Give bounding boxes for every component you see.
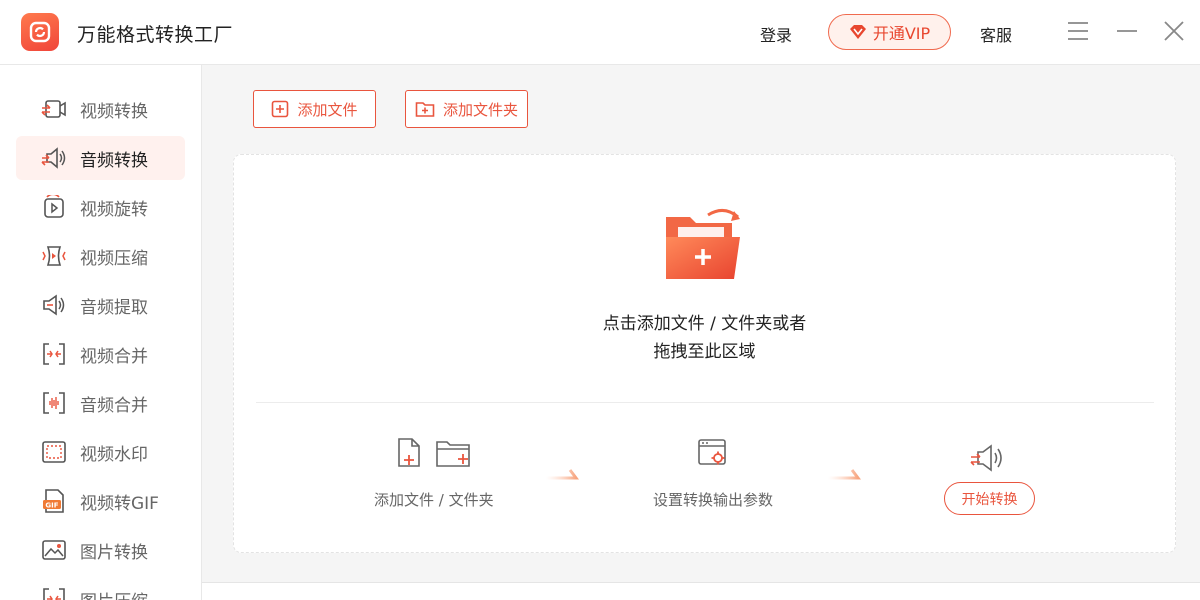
- sidebar-item-label: 视频压缩: [80, 248, 148, 269]
- vip-label: 开通VIP: [872, 24, 931, 43]
- folder-add-icon: [666, 209, 740, 279]
- audio-extract-icon: [40, 291, 68, 319]
- login-button[interactable]: 登录: [760, 22, 792, 46]
- video-watermark-icon: [40, 438, 68, 466]
- add-file-label: 添加文件: [297, 100, 358, 119]
- audio-merge-icon: [40, 389, 68, 417]
- service-button[interactable]: 客服: [980, 22, 1012, 46]
- sidebar-item-label: 视频合并: [80, 346, 148, 367]
- image-compress-icon: [40, 585, 68, 600]
- add-file-icon: [272, 100, 289, 118]
- diamond-icon: [849, 25, 866, 39]
- sidebar-item-video-convert[interactable]: 视频转换: [16, 87, 185, 131]
- sidebar-item-label: 音频转换: [80, 150, 148, 171]
- video-merge-icon: [40, 340, 68, 368]
- video-rotate-icon: [40, 193, 68, 221]
- start-convert-button[interactable]: 开始转换: [944, 482, 1035, 515]
- image-convert-icon: [40, 536, 68, 564]
- add-folder-icon: [436, 441, 470, 467]
- minimize-icon[interactable]: [1116, 20, 1138, 42]
- sidebar-item-audio-merge[interactable]: 音频合并: [16, 381, 185, 425]
- sidebar-item-video-merge[interactable]: 视频合并: [16, 332, 185, 376]
- audio-convert-icon: [40, 144, 68, 172]
- bottom-bar: [202, 583, 1200, 600]
- arrow-right-icon: [546, 469, 579, 480]
- sidebar-item-image-compress[interactable]: 图片压缩: [16, 577, 185, 600]
- add-file-button[interactable]: 添加文件: [253, 90, 376, 128]
- sidebar-item-audio-convert[interactable]: 音频转换: [16, 136, 185, 180]
- add-file-icon: [398, 438, 420, 467]
- sidebar-item-video-watermark[interactable]: 视频水印: [16, 430, 185, 474]
- vip-button[interactable]: 开通VIP: [828, 14, 951, 50]
- video-compress-icon: [40, 242, 68, 270]
- audio-convert-icon: [970, 444, 1002, 472]
- sidebar-item-label: 音频提取: [80, 297, 148, 318]
- sidebar-item-audio-extract[interactable]: 音频提取: [16, 283, 185, 327]
- drop-zone[interactable]: 点击添加文件 / 文件夹或者 拖拽至此区域 添加文件 / 文件夹 设置转换输出参…: [233, 154, 1176, 553]
- sidebar-item-video-gif[interactable]: GIF 视频转GIF: [16, 479, 185, 523]
- settings-icon: [698, 439, 726, 465]
- step-settings-label: 设置转换输出参数: [653, 491, 774, 509]
- divider: [256, 402, 1154, 403]
- sidebar: 视频转换 音频转换 视频旋转 视频压缩 音频提取 视频合并 音频合并 视频水印 …: [0, 65, 202, 600]
- app-logo: [21, 13, 59, 51]
- app-title: 万能格式转换工厂: [77, 24, 234, 46]
- video-convert-icon: [40, 95, 68, 123]
- svg-text:GIF: GIF: [45, 502, 58, 510]
- step-add-file-label: 添加文件 / 文件夹: [374, 491, 494, 509]
- sidebar-item-video-compress[interactable]: 视频压缩: [16, 234, 185, 278]
- video-gif-icon: GIF: [40, 487, 68, 515]
- sidebar-item-label: 视频转换: [80, 101, 148, 122]
- sidebar-item-video-rotate[interactable]: 视频旋转: [16, 185, 185, 229]
- sidebar-item-label: 视频水印: [80, 444, 148, 465]
- add-folder-button[interactable]: 添加文件夹: [405, 90, 528, 128]
- sidebar-item-label: 视频旋转: [80, 199, 148, 220]
- sidebar-item-image-convert[interactable]: 图片转换: [16, 528, 185, 572]
- arrow-right-icon: [828, 469, 861, 480]
- sidebar-item-label: 音频合并: [80, 395, 148, 416]
- drop-hint-line1: 点击添加文件 / 文件夹或者: [602, 314, 807, 334]
- sidebar-item-label: 图片压缩: [80, 587, 148, 600]
- close-icon[interactable]: [1163, 20, 1185, 42]
- sidebar-item-label: 视频转GIF: [80, 493, 159, 514]
- add-folder-label: 添加文件夹: [442, 100, 518, 119]
- drop-hint-line2: 拖拽至此区域: [653, 342, 756, 362]
- title-bar: 万能格式转换工厂 登录 开通VIP 客服: [0, 0, 1200, 65]
- sidebar-item-label: 图片转换: [80, 542, 148, 563]
- add-folder-icon: [415, 102, 435, 117]
- menu-icon[interactable]: [1067, 20, 1089, 42]
